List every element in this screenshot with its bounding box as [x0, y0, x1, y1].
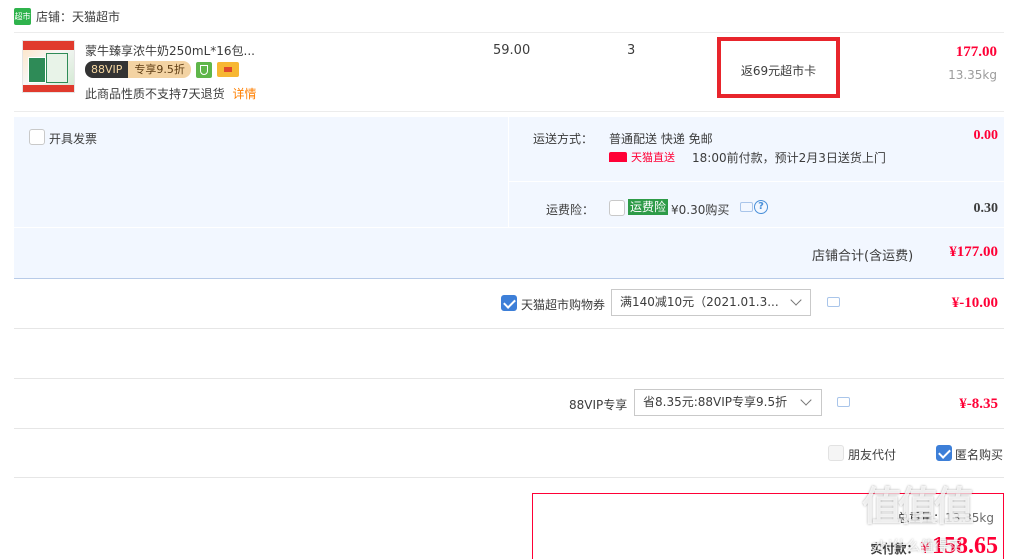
unit-price: 59.00	[493, 43, 531, 58]
guarantee-icon[interactable]	[195, 61, 212, 78]
row-divider	[14, 378, 1004, 379]
vip-row-label: 88VIP专享	[569, 398, 628, 412]
card-icon[interactable]	[216, 62, 239, 77]
tmall-direct-badge: 天猫直送	[631, 151, 675, 164]
row-divider	[14, 328, 1004, 329]
row-divider	[14, 428, 1004, 429]
rebate-text: 返69元超市卡	[740, 64, 817, 78]
insurance-badge: 运费险	[628, 199, 669, 215]
shop-header: 超市 店铺：天猫超市	[14, 6, 120, 26]
shop-name[interactable]: 店铺：天猫超市	[36, 8, 120, 25]
invoice-checkbox[interactable]	[29, 129, 45, 145]
friend-pay-label: 朋友代付	[848, 448, 897, 462]
promo-strip	[23, 41, 74, 50]
return-policy: 此商品性质不支持7天退货 详情	[85, 85, 256, 102]
shipping-fee: 0.00	[973, 128, 999, 143]
coupon-select[interactable]: 满140减10元（2021.01.3...	[611, 289, 811, 316]
chat-icon[interactable]	[740, 202, 753, 212]
vip-selected: 省8.35元:88VIP专享9.5折	[643, 395, 788, 409]
insurance-fee: 0.30	[973, 201, 999, 216]
delivery-eta: 18:00前付款，预计2月3日送货上门	[692, 151, 886, 165]
insurance-price: ¥0.30购买	[671, 203, 730, 217]
chat-icon[interactable]	[837, 397, 850, 407]
vip-select[interactable]: 省8.35元:88VIP专享9.5折	[634, 389, 822, 416]
insurance-label: 运费险：	[546, 203, 595, 217]
vip-discount-label: 专享9.5折	[128, 61, 191, 78]
coupon-amount: ¥-10.00	[951, 295, 998, 311]
vip-amount: ¥-8.35	[959, 396, 998, 412]
anonymous-label: 匿名购买	[955, 448, 1004, 462]
tmall-supermarket-icon: 超市	[14, 7, 31, 25]
item-weight: 13.35kg	[948, 68, 997, 82]
product-title[interactable]: 蒙牛臻享浓牛奶250mL*16包...	[85, 42, 255, 59]
detail-link[interactable]: 详情	[232, 87, 256, 101]
milk-box-image	[46, 53, 68, 83]
shipping-method: 普通配送 快递 免邮	[609, 132, 713, 146]
anonymous-checkbox[interactable]	[936, 445, 952, 461]
chat-icon[interactable]	[827, 297, 840, 307]
row-divider	[14, 477, 1004, 478]
tmall-cat-icon	[609, 152, 627, 162]
watermark-domain: zhi什么值得买	[872, 539, 963, 555]
shop-total-amount: ¥177.00	[949, 244, 998, 260]
promo-strip	[23, 85, 74, 92]
friend-pay-checkbox[interactable]	[828, 445, 844, 461]
return-note: 此商品性质不支持7天退货	[85, 87, 225, 101]
shop-total-label: 店铺合计(含运费)	[812, 249, 914, 264]
tmall-direct-tag: 天猫直送	[609, 149, 675, 165]
help-icon[interactable]: ?	[754, 200, 768, 214]
invoice-label[interactable]: 开具发票	[49, 130, 97, 147]
milk-box-image	[28, 57, 46, 83]
watermark-brand: 值值值	[862, 484, 974, 530]
item-subtotal: 177.00	[955, 44, 997, 60]
quantity: 3	[627, 43, 636, 58]
insurance-checkbox[interactable]	[609, 200, 625, 216]
shipping-label: 运送方式：	[533, 132, 594, 146]
coupon-label: 天猫超市购物券	[521, 298, 606, 312]
coupon-checkbox[interactable]	[501, 295, 517, 311]
coupon-selected: 满140减10元（2021.01.3...	[620, 295, 779, 309]
vip-badge: 88VIP	[85, 61, 129, 78]
product-thumbnail[interactable]	[22, 40, 75, 93]
panel-divider-vertical	[508, 117, 509, 227]
panel-divider-horizontal	[14, 227, 1004, 228]
panel-divider-horizontal	[508, 181, 1004, 182]
vip-tag: 88VIP 专享9.5折	[85, 61, 239, 78]
